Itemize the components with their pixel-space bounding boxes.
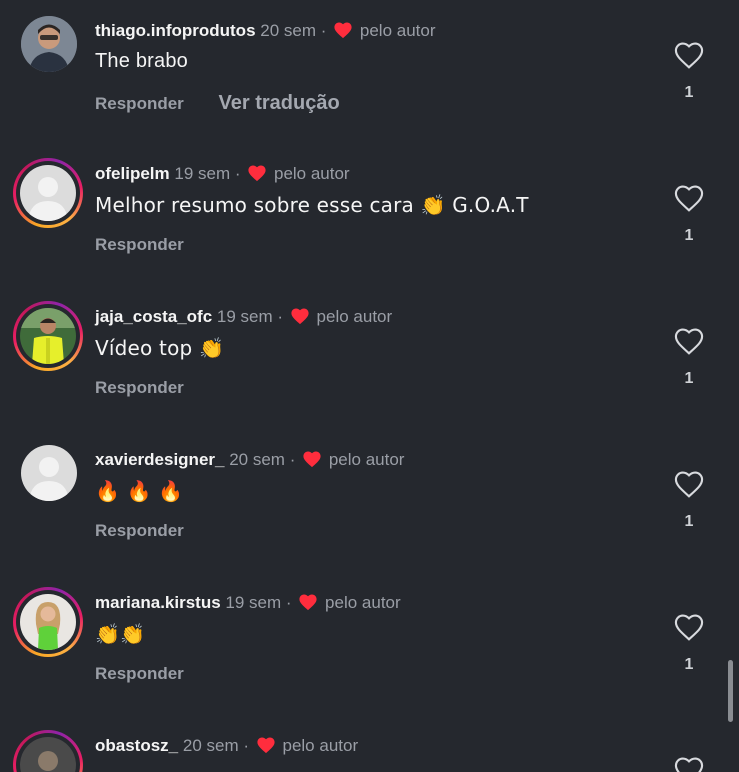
comment-item: obastosz_ 20 sem · pelo autor: [0, 715, 739, 772]
heart-outline-icon[interactable]: [673, 326, 705, 358]
liked-by-author-label: pelo autor: [328, 450, 405, 469]
separator: ·: [289, 450, 296, 469]
avatar[interactable]: [13, 587, 83, 657]
heart-filled-icon: [256, 736, 276, 759]
liked-by-author-label: pelo autor: [359, 21, 436, 40]
comment-actions: Responder: [95, 664, 184, 684]
separator: ·: [277, 307, 284, 326]
heart-outline-icon[interactable]: [673, 469, 705, 501]
username-link[interactable]: thiago.infoprodutos: [95, 21, 256, 40]
comment-text: Melhor resumo sobre esse cara 👏 G.O.A.T: [95, 193, 529, 217]
comment-actions: Responder: [95, 235, 184, 255]
separator: ·: [285, 593, 292, 612]
avatar[interactable]: [13, 730, 83, 772]
heart-filled-icon: [298, 593, 318, 616]
separator: ·: [234, 164, 241, 183]
comment-actions: Responder: [95, 521, 184, 541]
like-count: 1: [684, 370, 694, 387]
heart-outline-icon[interactable]: [673, 40, 705, 72]
username-link[interactable]: obastosz_: [95, 736, 178, 755]
liked-by-author-label: pelo autor: [282, 736, 359, 755]
comment-time: 20 sem: [229, 450, 285, 469]
avatar[interactable]: [13, 158, 83, 228]
heart-filled-icon: [247, 164, 267, 187]
heart-outline-icon[interactable]: [673, 183, 705, 215]
liked-by-author-label: pelo autor: [316, 307, 393, 326]
heart-outline-icon[interactable]: [673, 612, 705, 644]
avatar[interactable]: [13, 301, 83, 371]
comment-time: 20 sem: [182, 736, 239, 755]
like-count: 1: [684, 656, 694, 673]
comment-item: jaja_costa_ofc 19 sem · pelo autor Vídeo…: [0, 286, 739, 429]
comment-time: 19 sem: [174, 164, 231, 183]
separator: ·: [320, 21, 327, 40]
avatar-photo: [21, 16, 77, 72]
comment-time: 20 sem: [260, 21, 317, 40]
comment-time: 19 sem: [216, 307, 273, 326]
comment-header: obastosz_ 20 sem · pelo autor: [95, 736, 358, 759]
like-count: 1: [684, 513, 694, 530]
username-link[interactable]: mariana.kirstus: [95, 593, 221, 612]
default-avatar-icon: [21, 445, 77, 501]
comment-header: xavierdesigner_ 20 sem · pelo autor: [95, 450, 404, 473]
heart-filled-icon: [333, 21, 353, 44]
reply-button[interactable]: Responder: [95, 664, 184, 683]
default-avatar-icon: [20, 165, 76, 221]
scrollbar-thumb[interactable]: [728, 660, 733, 722]
reply-button[interactable]: Responder: [95, 521, 184, 540]
comment-text: The brabo: [95, 50, 188, 72]
avatar[interactable]: [13, 15, 83, 85]
comment-item: mariana.kirstus 19 sem · pelo autor 👏👏 R…: [0, 572, 739, 715]
comment-item: ofelipelm 19 sem · pelo autor Melhor res…: [0, 143, 739, 286]
comment-text: Vídeo top 👏: [95, 336, 225, 360]
avatar-photo: [20, 594, 76, 650]
comment-header: thiago.infoprodutos 20 sem · pelo autor: [95, 21, 436, 44]
comment-text: 🔥 🔥 🔥: [95, 479, 184, 503]
avatar[interactable]: [13, 444, 83, 514]
liked-by-author-label: pelo autor: [273, 164, 350, 183]
comment-actions: Responder Ver tradução: [95, 92, 340, 115]
comment-header: jaja_costa_ofc 19 sem · pelo autor: [95, 307, 392, 330]
comment-item: thiago.infoprodutos 20 sem · pelo autor …: [0, 0, 739, 143]
reply-button[interactable]: Responder: [95, 378, 184, 397]
reply-button[interactable]: Responder: [95, 94, 184, 113]
comment-header: mariana.kirstus 19 sem · pelo autor: [95, 593, 401, 616]
separator: ·: [243, 736, 250, 755]
heart-filled-icon: [302, 450, 322, 473]
like-count: 1: [684, 84, 694, 101]
comment-text: 👏👏: [95, 622, 146, 646]
comment-time: 19 sem: [225, 593, 282, 612]
liked-by-author-label: pelo autor: [325, 593, 401, 612]
translate-button[interactable]: Ver tradução: [219, 92, 340, 114]
username-link[interactable]: jaja_costa_ofc: [95, 307, 212, 326]
comment-header: ofelipelm 19 sem · pelo autor: [95, 164, 350, 187]
comment-item: xavierdesigner_ 20 sem · pelo autor 🔥 🔥 …: [0, 429, 739, 572]
username-link[interactable]: ofelipelm: [95, 164, 170, 183]
avatar-photo: [20, 308, 76, 364]
comment-actions: Responder: [95, 378, 184, 398]
like-count: 1: [684, 227, 694, 244]
heart-filled-icon: [290, 307, 310, 330]
reply-button[interactable]: Responder: [95, 235, 184, 254]
heart-outline-icon[interactable]: [673, 755, 705, 772]
username-link[interactable]: xavierdesigner_: [95, 450, 224, 469]
